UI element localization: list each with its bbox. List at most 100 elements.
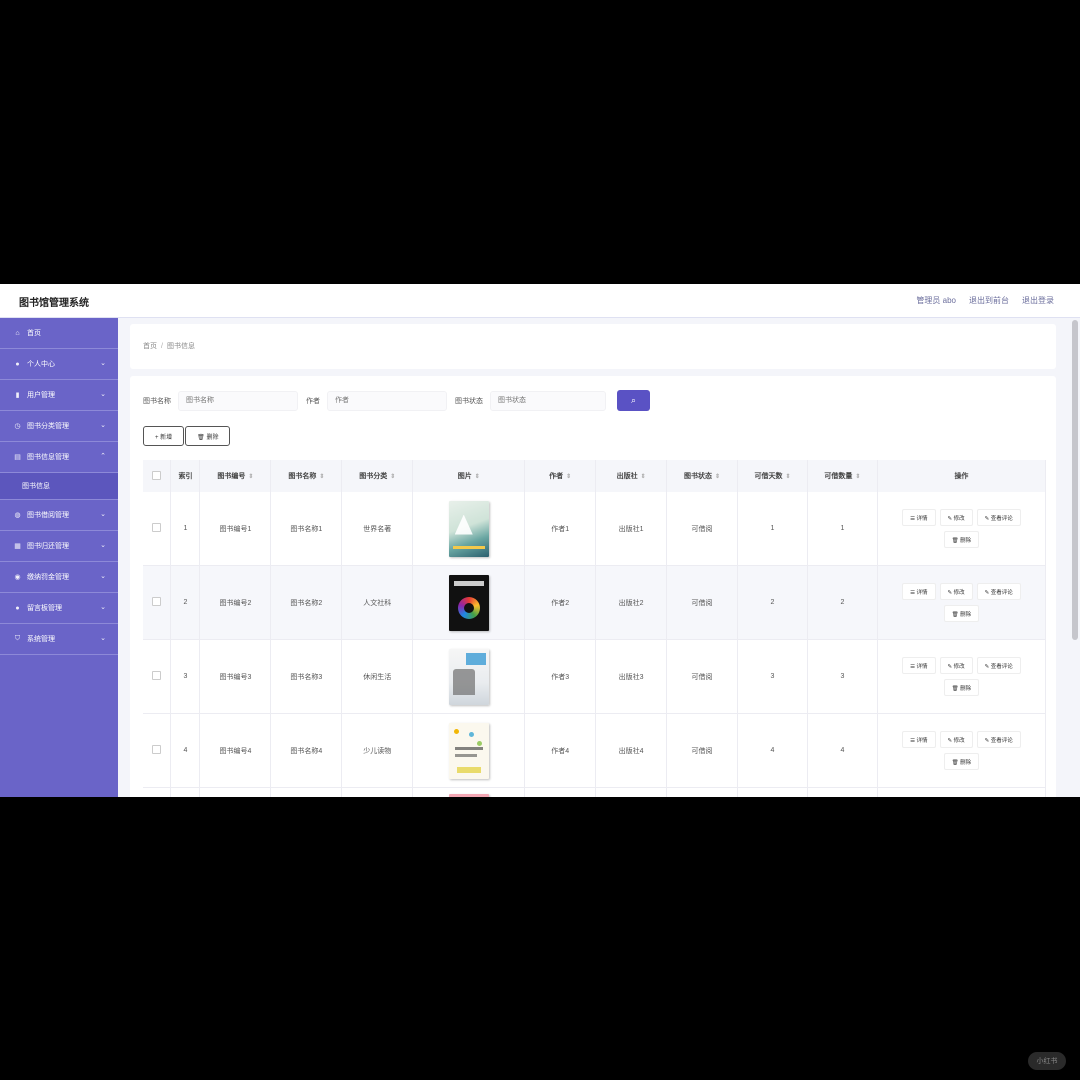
- table-row: ☰ 详情 ✎ 修改 ✎ 查看评论: [143, 787, 1047, 797]
- app-screen: 图书馆管理系统 管理员 abo 退出到前台 退出登录 ⌂ 首页 ● 个人中心 ⌄…: [0, 284, 1080, 797]
- add-button[interactable]: + 新增: [143, 426, 185, 446]
- cell-status: 可借阅: [666, 639, 739, 714]
- book-cover-image[interactable]: [448, 648, 489, 705]
- sidebar-item-home[interactable]: ⌂ 首页: [0, 318, 118, 349]
- row-delete-button[interactable]: 🗑 删除: [943, 753, 980, 770]
- col-header-code[interactable]: 图书编号 ⇕: [199, 460, 272, 492]
- sidebar-item-personal[interactable]: ● 个人中心 ⌄: [0, 349, 118, 380]
- sidebar-item-book-info[interactable]: ▤ 图书信息管理 ⌃: [0, 442, 118, 473]
- search-icon: ⌕: [630, 395, 637, 405]
- col-header-category[interactable]: 图书分类 ⇕: [341, 460, 414, 492]
- cell-index: 1: [170, 492, 201, 566]
- select-all-checkbox[interactable]: [143, 460, 172, 492]
- view-reviews-button[interactable]: ✎ 查看评论: [976, 509, 1021, 526]
- col-header-image[interactable]: 图片 ⇕: [412, 460, 526, 492]
- author-search-label: 作者: [306, 397, 320, 405]
- view-reviews-button[interactable]: ✎ 查看评论: [976, 583, 1021, 600]
- author-search-input[interactable]: [327, 390, 447, 411]
- grid-icon: ▦: [14, 543, 21, 550]
- cell-name: 图书名称4: [270, 713, 343, 788]
- cell-code: 图书编号2: [199, 565, 272, 640]
- cell-name: 图书名称3: [270, 639, 343, 714]
- sidebar-item-fines[interactable]: ◉ 缴纳罚金管理 ⌄: [0, 562, 118, 593]
- cell-publisher: 出版社1: [595, 492, 668, 566]
- row-checkbox[interactable]: [143, 565, 172, 640]
- col-header-publisher[interactable]: 出版社 ⇕: [595, 460, 668, 492]
- book-cover-image[interactable]: [448, 500, 489, 557]
- row-checkbox[interactable]: [143, 492, 172, 566]
- top-links: 管理员 abo 退出到前台 退出登录: [916, 295, 1054, 306]
- detail-button[interactable]: ☰ 详情: [902, 509, 936, 526]
- sidebar-subitem-book-info[interactable]: 图书信息: [0, 473, 118, 500]
- name-search-input[interactable]: [178, 390, 298, 411]
- cell-index: 2: [170, 565, 201, 640]
- sidebar-item-system[interactable]: ⛉ 系统管理 ⌄: [0, 624, 118, 655]
- edit-button[interactable]: ✎ 修改: [939, 731, 973, 748]
- table-row: 3 图书编号3 图书名称3 休闲生活 作者3 出版社3 可借阅 3 3 ☰ 详情…: [143, 639, 1047, 714]
- col-header-index: 索引: [170, 460, 201, 492]
- breadcrumb-home[interactable]: 首页: [143, 343, 157, 350]
- user-icon: ●: [15, 604, 20, 612]
- cell-qty: 3: [807, 639, 878, 714]
- cell-days: 3: [737, 639, 808, 714]
- edit-button[interactable]: ✎ 修改: [939, 583, 973, 600]
- sort-icon: ⇕: [715, 474, 721, 480]
- cell-publisher: 出版社2: [595, 565, 668, 640]
- sidebar-item-label: 图书分类管理: [27, 423, 69, 430]
- shield-icon: ⛉: [14, 635, 21, 642]
- sidebar-item-users[interactable]: ▮ 用户管理 ⌄: [0, 380, 118, 411]
- detail-button[interactable]: ☰ 详情: [902, 583, 936, 600]
- view-reviews-button[interactable]: ✎ 查看评论: [976, 731, 1021, 748]
- col-header-actions: 操作: [877, 460, 1047, 492]
- chevron-down-icon: ⌄: [100, 360, 106, 367]
- book-cover-image[interactable]: [448, 722, 489, 779]
- row-delete-button[interactable]: 🗑 删除: [943, 605, 980, 622]
- col-header-days[interactable]: 可借天数 ⇕: [737, 460, 808, 492]
- col-header-qty[interactable]: 可借数量 ⇕: [807, 460, 878, 492]
- sort-icon: ⇕: [474, 474, 480, 480]
- cell-days: 1: [737, 492, 808, 566]
- table-header-row: 索引 图书编号 ⇕ 图书名称 ⇕ 图书分类 ⇕ 图片 ⇕ 作者 ⇕ 出版社 ⇕ 图书状态 ⇕ …: [143, 460, 1047, 492]
- row-checkbox[interactable]: [143, 713, 172, 788]
- sidebar-item-label: 首页: [27, 330, 41, 337]
- exit-to-front-link[interactable]: 退出到前台: [969, 295, 1009, 306]
- cell-actions: ☰ 详情 ✎ 修改 ✎ 查看评论 🗑 删除: [877, 639, 1047, 714]
- cell-category: 世界名著: [341, 492, 414, 566]
- search-button[interactable]: ⌕: [617, 390, 650, 411]
- cell-code: 图书编号3: [199, 639, 272, 714]
- row-checkbox[interactable]: [143, 787, 172, 797]
- col-header-status[interactable]: 图书状态 ⇕: [666, 460, 739, 492]
- sidebar-item-category[interactable]: ◷ 图书分类管理 ⌄: [0, 411, 118, 442]
- status-search-input[interactable]: [490, 390, 606, 411]
- detail-button[interactable]: ☰ 详情: [902, 731, 936, 748]
- delete-button[interactable]: 🗑 删除: [185, 426, 231, 446]
- book-cover-image[interactable]: [448, 574, 489, 631]
- edit-button[interactable]: ✎ 修改: [939, 509, 973, 526]
- col-header-author[interactable]: 作者 ⇕: [524, 460, 597, 492]
- logout-link[interactable]: 退出登录: [1022, 295, 1054, 306]
- sidebar-item-messages[interactable]: ● 留言板管理 ⌄: [0, 593, 118, 624]
- sidebar-item-label: 图书借阅管理: [27, 512, 69, 519]
- sidebar-item-label: 用户管理: [27, 392, 55, 399]
- detail-button[interactable]: ☰ 详情: [902, 657, 936, 674]
- admin-user-link[interactable]: 管理员 abo: [916, 295, 956, 306]
- page-scrollbar[interactable]: [1072, 320, 1078, 640]
- view-reviews-button[interactable]: ✎ 查看评论: [976, 657, 1021, 674]
- row-delete-button[interactable]: 🗑 删除: [943, 679, 980, 696]
- main-content: 首页 /图书信息 图书名称 作者 图书状态 ⌕ + 新增 🗑 删除: [130, 324, 1056, 797]
- sidebar-item-return[interactable]: ▦ 图书归还管理 ⌄: [0, 531, 118, 562]
- book-cover-image[interactable]: [448, 794, 489, 797]
- sidebar-item-label: 个人中心: [27, 361, 55, 368]
- sidebar-item-borrow[interactable]: ◍ 图书借阅管理 ⌄: [0, 500, 118, 531]
- sort-icon: ⇕: [640, 474, 646, 480]
- col-header-name[interactable]: 图书名称 ⇕: [270, 460, 343, 492]
- cell-qty: 1: [807, 492, 878, 566]
- row-delete-button[interactable]: 🗑 删除: [943, 531, 980, 548]
- cell-author: 作者2: [524, 565, 597, 640]
- cell-author: 作者4: [524, 713, 597, 788]
- cell-author: 作者3: [524, 639, 597, 714]
- edit-button[interactable]: ✎ 修改: [939, 657, 973, 674]
- cell-name: 图书名称1: [270, 492, 343, 566]
- clock-icon: ◷: [14, 423, 21, 430]
- row-checkbox[interactable]: [143, 639, 172, 714]
